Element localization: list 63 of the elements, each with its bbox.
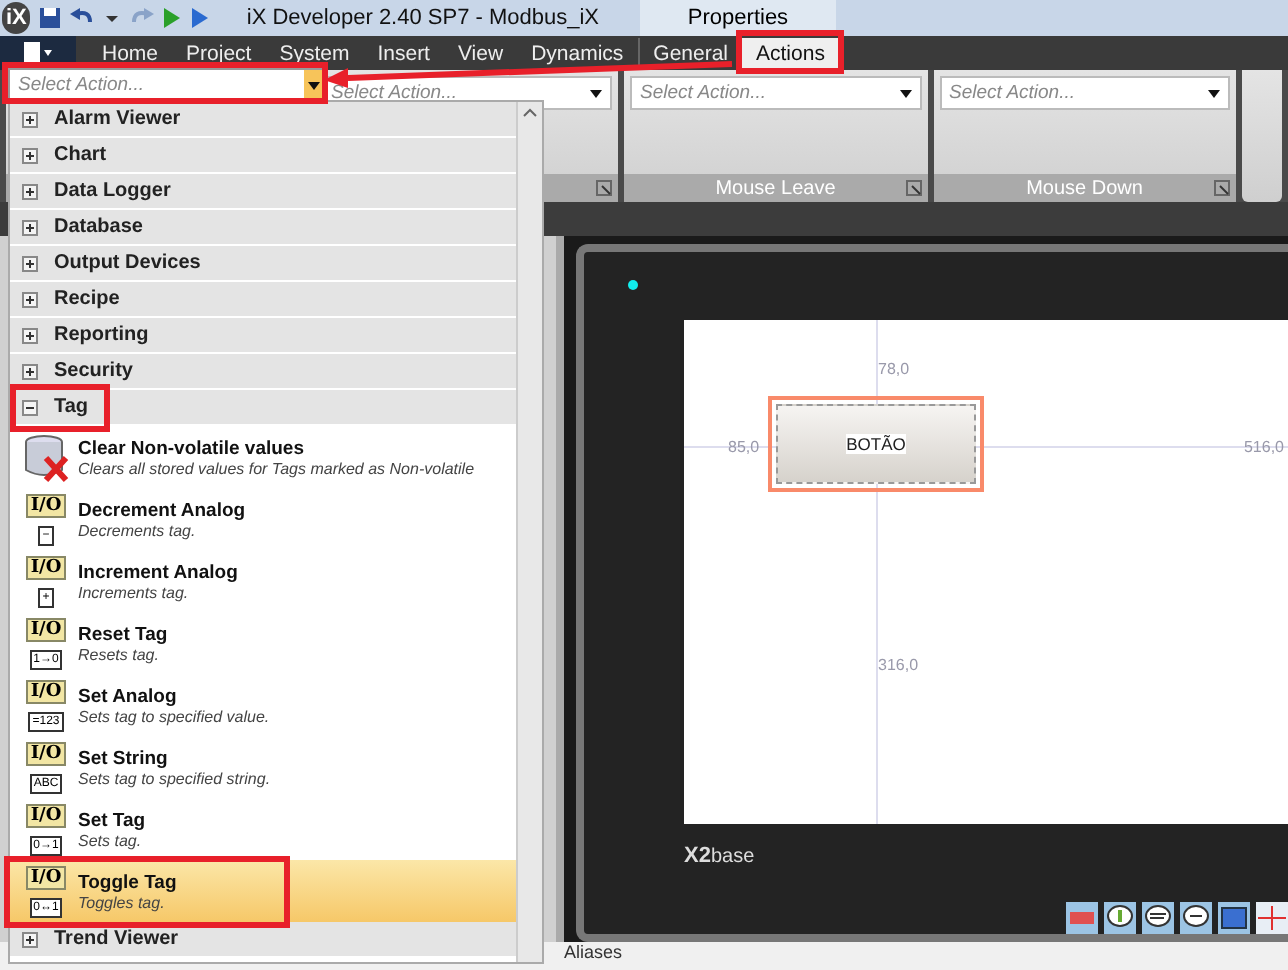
category-row[interactable]: Recipe	[10, 282, 516, 318]
dimension-label: 78,0	[878, 360, 910, 378]
expander-icon[interactable]	[22, 147, 38, 163]
expander-icon[interactable]	[22, 183, 38, 199]
device-variant: base	[710, 846, 755, 868]
category-row[interactable]: Output Devices	[10, 246, 516, 282]
expander-icon[interactable]	[22, 291, 38, 307]
ribbon-tab[interactable]: Insert	[363, 38, 444, 70]
caret-icon	[1208, 89, 1220, 97]
category-row[interactable]: Alarm Viewer	[10, 102, 516, 138]
highlight-box	[736, 30, 845, 74]
arrows-icon[interactable]	[1256, 902, 1288, 934]
play-icon[interactable]	[190, 6, 211, 30]
contextual-tab-header: Properties	[640, 0, 836, 36]
expander-icon[interactable]	[22, 219, 38, 235]
caret-icon	[308, 81, 320, 89]
app-logo[interactable]: iX	[2, 2, 31, 34]
category-row[interactable]: Trend Viewer	[10, 922, 516, 958]
dimension-label: 85,0	[728, 438, 760, 456]
expander-icon[interactable]	[22, 399, 38, 415]
ribbon-group	[1242, 70, 1282, 202]
speech-bubble-icon[interactable]	[1180, 902, 1212, 934]
action-combo[interactable]: Select Action...	[939, 76, 1230, 110]
expander-icon[interactable]	[22, 363, 38, 379]
document-icon	[22, 41, 54, 65]
device-model: X2	[684, 844, 711, 868]
expander-icon[interactable]	[22, 255, 38, 271]
expander-icon[interactable]	[22, 327, 38, 343]
category-row[interactable]: Tag	[10, 390, 516, 426]
dialog-launcher-icon[interactable]	[1214, 180, 1230, 196]
caret-icon	[590, 89, 602, 97]
screen-icon[interactable]	[1218, 902, 1250, 934]
ribbon-tab[interactable]: View	[443, 38, 518, 70]
database-delete-icon	[22, 431, 70, 483]
category-row[interactable]: Reporting	[10, 318, 516, 354]
window-title: iX Developer 2.40 SP7 - Modbus_iX	[246, 6, 600, 30]
status-led-icon	[628, 280, 638, 290]
ribbon-tab[interactable]: Project	[172, 38, 266, 70]
category-row[interactable]: Database	[10, 210, 516, 246]
dimension-label: 316,0	[878, 656, 919, 674]
scroll-up-icon[interactable]	[522, 106, 538, 118]
expander-icon[interactable]	[22, 931, 38, 947]
save-icon[interactable]	[38, 6, 63, 30]
ribbon-tab[interactable]: System	[265, 38, 364, 70]
group-label: Mouse Down	[1026, 177, 1143, 199]
comment-icon[interactable]	[1142, 902, 1174, 934]
action-item[interactable]: Clear Non-volatile values Clears all stored values for Tags marked as Non-volatile	[10, 426, 516, 488]
ribbon-tab[interactable]: Dynamics	[517, 38, 638, 70]
highlight-box	[10, 384, 110, 432]
scrollbar[interactable]	[516, 102, 542, 962]
group-label: Mouse Leave	[715, 177, 836, 199]
category-row[interactable]: Security	[10, 354, 516, 390]
panel-tab[interactable]: Aliases	[564, 942, 623, 962]
ribbon-tab[interactable]: Home	[88, 38, 173, 70]
caret-icon	[899, 89, 911, 97]
info-bubble-icon[interactable]	[1104, 902, 1136, 934]
dialog-launcher-icon[interactable]	[596, 180, 612, 196]
category-row[interactable]: Chart	[10, 138, 516, 174]
action-combo[interactable]: Select Action...	[630, 76, 921, 110]
dialog-launcher-icon[interactable]	[905, 180, 921, 196]
category-row[interactable]: Data Logger	[10, 174, 516, 210]
dimension-label: 516,0	[1243, 438, 1284, 456]
expander-icon[interactable]	[22, 111, 38, 127]
